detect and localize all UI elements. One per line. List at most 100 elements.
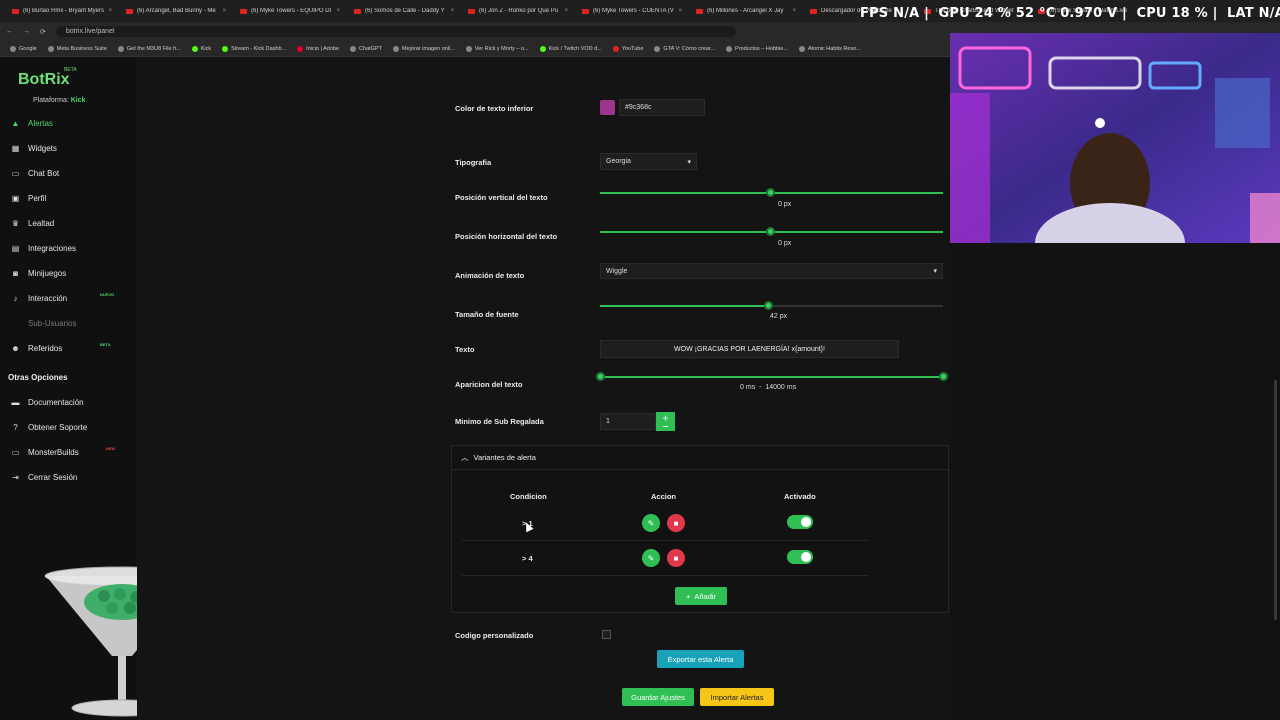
action-column-header: Accion [651,492,677,501]
edit-button[interactable]: ✎ [642,514,660,532]
bookmark-icon [191,45,198,52]
add-variant-button[interactable]: + Añadir [675,587,727,605]
sidebar-item-integraciones[interactable]: ▤ Integraciones [0,238,137,258]
vertical-position-slider[interactable] [600,188,943,197]
bookmark[interactable]: Inicio | Adobe [297,45,339,52]
sidebar-item-minijuegos[interactable]: ◙ Minijuegos [0,263,137,283]
alert-variants-header[interactable]: ︿ Variantes de alerta [452,446,950,470]
close-icon[interactable]: × [564,8,568,14]
font-size-value: 42 px [770,313,788,320]
color-swatch[interactable] [600,100,615,115]
minus-icon[interactable]: – [663,421,668,430]
sidebar-item-soporte[interactable]: ? Obtener Soporte [0,417,137,437]
row-divider [462,575,868,576]
slider-fill [600,305,768,307]
forward-icon[interactable]: → [23,28,30,35]
bookmark-icon [612,45,619,52]
text-animation-label: Animación de texto [455,271,525,280]
gamepad-icon: ◙ [13,268,18,278]
bookmark[interactable]: Meta Business Suite [47,45,107,52]
browser-tab[interactable]: (6) Myke Towers - CUENTA (V × [576,2,688,20]
page-scrollbar[interactable] [1274,380,1277,620]
bookmark-icon [465,45,472,52]
close-icon[interactable]: × [108,8,112,14]
back-icon[interactable]: ← [6,28,13,35]
chevron-down-icon: ▾ [687,158,691,166]
url-input[interactable]: botrix.live/panel [55,26,736,37]
range-end-handle[interactable] [939,372,948,381]
sidebar-item-cerrar-sesion[interactable]: ⇥ Cerrar Sesión [0,467,137,487]
sidebar-item-sub-usuarios[interactable]: Sub-Usuarios [0,313,137,333]
bookmark[interactable]: Google [10,45,37,52]
range-start-handle[interactable] [596,372,605,381]
referral-icon: ☻ [11,343,20,353]
typography-select[interactable]: Georgia ▾ [600,153,697,170]
sidebar-item-perfil[interactable]: ▣ Perfil [0,188,137,208]
color-hex-input[interactable]: #9c368c [619,99,705,116]
new-badge: NUEVO [100,292,115,297]
plus-icon: + [685,591,691,601]
sidebar-item-referidos[interactable]: ☻ Referidos BETA [0,338,137,358]
sidebar-item-alertas[interactable]: ▲ Alertas [0,113,137,133]
bookmark-icon [798,45,805,52]
close-icon[interactable]: × [222,8,226,14]
slider-handle[interactable] [766,227,775,236]
bookmark[interactable]: GTA V: Cómo crear... [654,45,715,52]
close-icon[interactable]: × [792,8,796,14]
slider-handle[interactable] [766,188,775,197]
bookmark[interactable]: Kick / Twitch VOD d... [539,45,602,52]
bookmark[interactable]: Mejorar imagen onli... [392,45,455,52]
import-alerts-button[interactable]: Importar Alertas [700,688,774,706]
bookmark-icon [350,45,357,52]
trophy-icon: ♛ [11,218,20,228]
bookmark[interactable]: Atomic Habits Reso... [798,45,861,52]
sidebar-item-monsterbuilds[interactable]: ▭ MonsterBuilds NEW [0,442,137,462]
font-size-slider[interactable] [600,301,943,310]
edit-button[interactable]: ✎ [642,549,660,567]
sidebar-item-lealtad[interactable]: ♛ Lealtad [0,213,137,233]
custom-code-label: Codigo personalizado [455,631,534,640]
quantity-stepper[interactable]: + – [656,412,675,431]
min-gifted-sub-input[interactable]: 1 [600,413,656,430]
delete-button[interactable]: ■ [667,514,685,532]
reload-icon[interactable]: ⟳ [40,28,46,36]
bookmark-icon [539,45,546,52]
sidebar-item-interaccion[interactable]: ♪ Interacción NUEVO [0,288,137,308]
slider-handle[interactable] [764,301,773,310]
beta-badge: BETA [100,342,111,347]
text-appearance-value: 0 ms - 14000 ms [740,384,797,391]
bookmark[interactable]: YouTube [612,45,643,52]
browser-tab[interactable]: (6) Arcángel, Bad Bunny - Me × [120,2,232,20]
horizontal-position-slider[interactable] [600,227,943,236]
bookmark[interactable]: ChatGPT [350,45,382,52]
botrix-logo[interactable]: BotRix [18,71,70,89]
browser-tab[interactable]: (6) Burlao Rmx - Bryant Myers × [6,2,118,20]
export-alert-button[interactable]: Exportar esta Alerta [657,650,744,668]
delete-button[interactable]: ■ [667,549,685,567]
save-settings-button[interactable]: Guardar Ajustes [622,688,694,706]
bookmark[interactable]: Ver Rick y Morty – o... [465,45,529,52]
alert-text-input[interactable]: WOW ¡GRACIAS POR LAENERGÍA! x{amount}! [600,340,899,358]
browser-tab[interactable]: (6) Somos de Calle - Daddy Y × [348,2,460,20]
sidebar-item-documentacion[interactable]: ▬ Documentación [0,392,137,412]
bookmark[interactable]: Productos – Hobbie... [726,45,788,52]
variant-enabled-toggle[interactable] [787,515,813,529]
close-icon[interactable]: × [336,8,340,14]
browser-tab[interactable]: (6) Millones - Arcangel X Jay × [690,2,802,20]
enabled-column-header: Activado [784,492,816,501]
browser-tab[interactable]: (6) Jon Z - Ronko por Que Pu × [462,2,574,20]
bookmark[interactable]: Stream - Kick Dashb... [222,45,286,52]
horizontal-position-value: 0 px [778,240,792,247]
close-icon[interactable]: × [678,8,682,14]
browser-tab[interactable]: (6) Myke Towers - EQUIPO DI × [234,2,346,20]
bookmark[interactable]: Kick [191,45,211,52]
sidebar-item-widgets[interactable]: ▦ Widgets [0,138,137,158]
close-icon[interactable]: × [450,8,454,14]
bookmark[interactable]: Get the M3U8 File fr... [117,45,181,52]
text-appearance-range-slider[interactable] [596,372,948,381]
text-animation-select[interactable]: Wiggle ▾ [600,263,943,279]
sidebar-item-chat-bot[interactable]: ▭ Chat Bot [0,163,137,183]
custom-code-checkbox[interactable] [602,630,611,639]
youtube-icon [810,8,817,14]
variant-enabled-toggle[interactable] [787,550,813,564]
